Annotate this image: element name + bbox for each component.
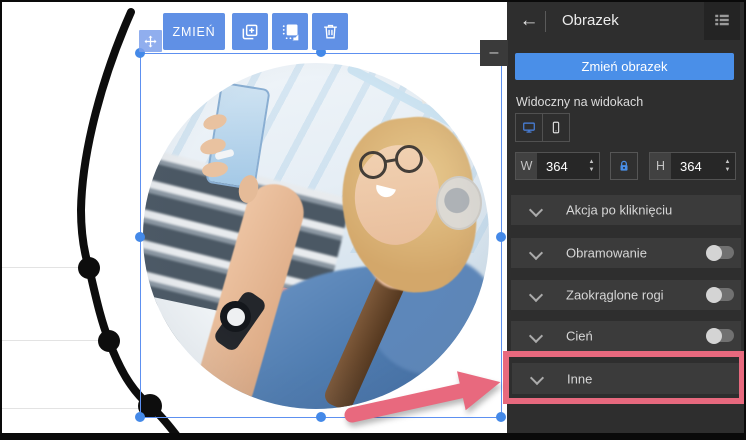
desktop-icon (522, 118, 536, 137)
copy-plus-icon (240, 22, 260, 42)
panel-title: Obrazek (562, 12, 619, 29)
chevron-down-icon (529, 203, 543, 217)
aspect-lock-button[interactable] (610, 152, 638, 180)
stepper-up-icon[interactable]: ▲ (725, 160, 731, 165)
height-field-group: H ▲▼ (649, 152, 736, 180)
resize-handle-bottom-middle[interactable] (316, 412, 326, 422)
mobile-visibility-button[interactable] (542, 113, 570, 142)
resize-handle-bottom-left[interactable] (135, 412, 145, 422)
chart-node-dot (98, 330, 120, 352)
stepper-up-icon[interactable]: ▲ (589, 160, 595, 165)
height-input[interactable] (671, 153, 720, 179)
stepper-down-icon[interactable]: ▼ (589, 168, 595, 173)
section-label: Obramowanie (566, 246, 647, 261)
chevron-down-icon (529, 329, 543, 343)
frame-border (0, 433, 746, 440)
zaokraglone-rogi-toggle[interactable] (707, 288, 734, 301)
trash-icon (321, 22, 340, 41)
width-label: W (516, 153, 537, 179)
move-icon (143, 34, 158, 49)
section-zaokraglone-rogi[interactable]: Zaokrąglone rogi (511, 280, 741, 310)
section-akcja-po-klikniecu[interactable]: Akcja po kliknięciu (511, 195, 741, 225)
frame-border (0, 0, 2, 440)
chevron-down-icon (529, 246, 543, 260)
annotation-arrow (336, 360, 514, 438)
cien-toggle[interactable] (707, 329, 734, 342)
chevron-down-icon (529, 288, 543, 302)
panel-menu-button[interactable] (704, 0, 740, 40)
mobile-icon (549, 119, 563, 136)
duplicate-button[interactable] (232, 13, 268, 50)
toggle-knob (706, 245, 722, 261)
back-button[interactable]: ← (517, 8, 541, 34)
collapse-panel-button[interactable]: – (480, 40, 508, 66)
section-label: Zaokrąglone rogi (566, 288, 664, 303)
chart-node-dot (78, 257, 100, 279)
position-icon (280, 22, 300, 42)
list-icon (713, 11, 731, 29)
visibility-label: Widoczny na widokach (516, 95, 643, 109)
width-field-group: W ▲▼ (515, 152, 600, 180)
annotation-highlight-box (503, 351, 745, 404)
toggle-knob (706, 328, 722, 344)
height-label: H (650, 153, 671, 179)
lock-icon (617, 158, 631, 174)
section-label: Cień (566, 329, 593, 344)
delete-button[interactable] (312, 13, 348, 50)
height-stepper[interactable]: ▲▼ (720, 153, 735, 179)
frame-border (0, 0, 746, 2)
header-divider (545, 11, 546, 32)
width-stepper[interactable]: ▲▼ (584, 153, 599, 179)
section-cien[interactable]: Cień (511, 321, 741, 351)
section-label: Akcja po kliknięciu (566, 203, 672, 218)
stepper-down-icon[interactable]: ▼ (725, 168, 731, 173)
move-handle[interactable] (139, 30, 162, 52)
width-input[interactable] (537, 153, 584, 179)
obramowanie-toggle[interactable] (707, 246, 734, 259)
toggle-knob (706, 287, 722, 303)
resize-handle-middle-left[interactable] (135, 232, 145, 242)
change-image-panel-button[interactable]: Zmień obrazek (515, 53, 734, 80)
section-obramowanie[interactable]: Obramowanie (511, 238, 741, 268)
change-image-button[interactable]: ZMIEŃ (163, 13, 225, 50)
display-settings-button[interactable] (272, 13, 308, 50)
desktop-visibility-button[interactable] (515, 113, 543, 142)
resize-handle-middle-right[interactable] (496, 232, 506, 242)
editor-screenshot: ZMIEŃ – ← Obrazek (0, 0, 746, 440)
